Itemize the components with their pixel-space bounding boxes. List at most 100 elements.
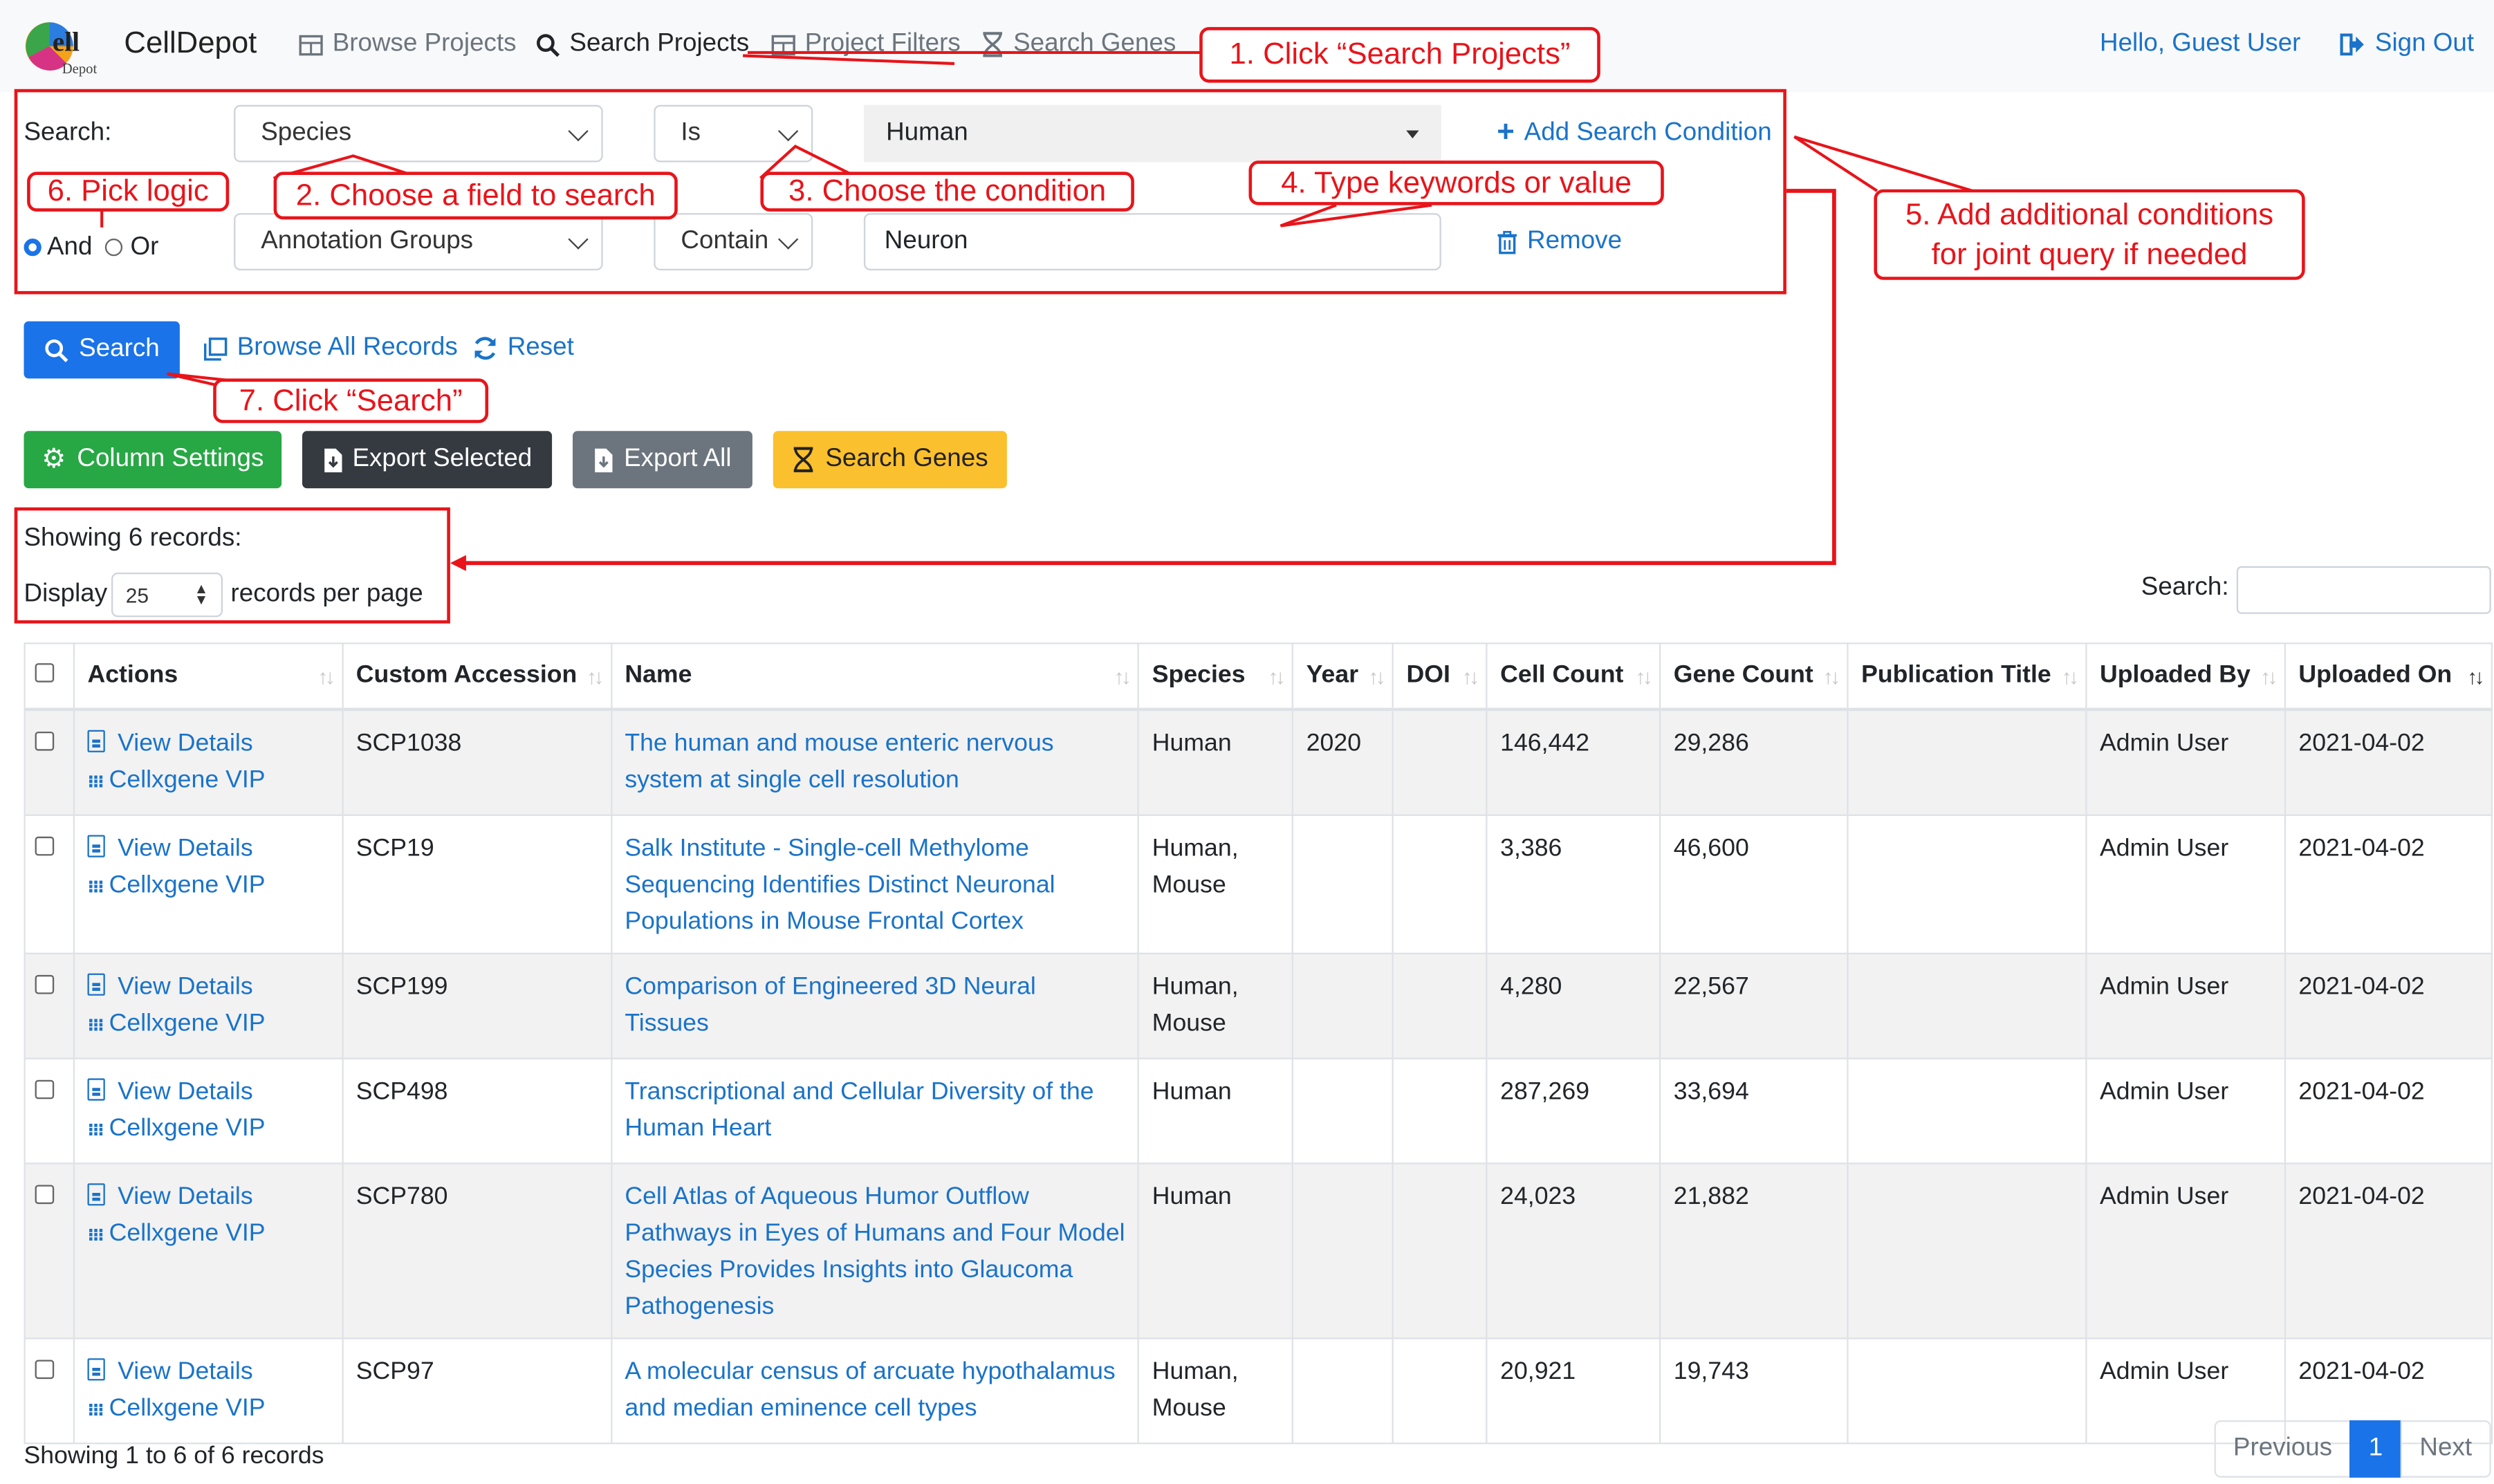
view-details-link[interactable]: View Details [87, 1178, 329, 1215]
column-header-species[interactable]: Species ↑↓ [1138, 642, 1294, 712]
view-details-link[interactable]: View Details [87, 725, 329, 762]
pagination-previous[interactable]: Previous [2214, 1420, 2352, 1478]
sign-out-link[interactable]: Sign Out [2340, 30, 2474, 59]
row-checkbox[interactable] [35, 1360, 55, 1380]
sort-icon: ↑↓ [2260, 665, 2278, 689]
pagination-page-1[interactable]: 1 [2349, 1420, 2402, 1478]
table-search-label: Search: [2141, 574, 2229, 602]
project-name-link[interactable]: The human and mouse enteric nervous syst… [610, 708, 1140, 816]
accession-cell: SCP199 [341, 952, 612, 1059]
row-checkbox[interactable] [35, 974, 55, 994]
view-details-link[interactable]: View Details [87, 831, 329, 867]
view-details-label: View Details [118, 1078, 253, 1106]
row-checkbox[interactable] [35, 836, 55, 856]
project-name-link[interactable]: Comparison of Engineered 3D Neural Tissu… [610, 952, 1140, 1059]
column-header-cell-count[interactable]: Cell Count ↑↓ [1486, 642, 1661, 712]
uploaded-by-cell: Admin User [2085, 1057, 2286, 1165]
nav-project-filters[interactable]: Project Filters [771, 30, 961, 59]
cellxgene-vip-link[interactable]: ⁝⁝⁝ Cellxgene VIP [87, 1005, 329, 1046]
annotation-step1: 1. Click “Search Projects” [1199, 27, 1600, 83]
search-icon [44, 338, 68, 362]
nav-browse-projects[interactable]: Browse Projects [299, 30, 517, 59]
sign-out-icon [2340, 33, 2364, 56]
year-cell [1292, 952, 1394, 1059]
publication-title-cell [1847, 1337, 2087, 1445]
column-header-doi[interactable]: DOI ↑↓ [1392, 642, 1488, 712]
view-details-link[interactable]: View Details [87, 1074, 329, 1111]
column-header-custom-accession[interactable]: Custom Accession ↑↓ [341, 642, 612, 712]
cellxgene-vip-link[interactable]: ⁝⁝⁝ Cellxgene VIP [87, 867, 329, 907]
search-button[interactable]: Search [24, 321, 180, 379]
column-header-publication-title[interactable]: Publication Title ↑↓ [1847, 642, 2087, 712]
cellxgene-vip-label: Cellxgene VIP [109, 1010, 266, 1037]
pagination-next[interactable]: Next [2400, 1420, 2491, 1478]
sort-icon: ↑↓ [317, 665, 335, 689]
column-header-label: Species [1152, 661, 1246, 689]
column-header-label: Name [625, 661, 692, 689]
nav-project-filters-label: Project Filters [804, 30, 961, 57]
grid-dots-icon: ⁝⁝⁝ [87, 1016, 104, 1036]
column-header-uploaded-by[interactable]: Uploaded By ↑↓ [2085, 642, 2286, 712]
reset-label: Reset [507, 334, 574, 362]
cellxgene-vip-link[interactable]: ⁝⁝⁝ Cellxgene VIP [87, 1215, 329, 1255]
column-header-label: DOI [1406, 661, 1450, 689]
year-cell [1292, 1057, 1394, 1165]
user-greeting[interactable]: Hello, Guest User [2100, 30, 2300, 59]
project-name-link[interactable]: Transcriptional and Cellular Diversity o… [610, 1057, 1140, 1165]
nav-search-genes[interactable]: Search Genes [981, 30, 1176, 59]
annotation-step5: 5. Add additional conditions for joint q… [1874, 189, 2305, 280]
species-cell: Human [1138, 1162, 1294, 1339]
publication-title-cell [1847, 708, 2087, 816]
cell-count-cell: 3,386 [1486, 814, 1661, 954]
search-genes-label: Search Genes [825, 445, 988, 473]
select-all-cell [24, 642, 75, 712]
file-icon [87, 1358, 105, 1381]
export-selected-button[interactable]: Export Selected [302, 431, 553, 489]
nav-search-projects[interactable]: Search Projects [536, 30, 749, 59]
accession-cell: SCP780 [341, 1162, 612, 1339]
gene-count-cell: 29,286 [1659, 708, 1849, 816]
cellxgene-vip-label: Cellxgene VIP [109, 1115, 266, 1142]
browse-all-records-link[interactable]: Browse All Records [203, 334, 458, 362]
grid-dots-icon: ⁝⁝⁝ [87, 1121, 104, 1141]
dna-icon [793, 447, 813, 472]
annotation-step2: 2. Choose a field to search [273, 171, 678, 220]
annotation-step3: 3. Choose the condition [760, 171, 1134, 212]
column-header-label: Custom Accession [355, 661, 578, 689]
celldepot-logo[interactable]: ell Depot [22, 15, 114, 78]
column-header-label: Actions [87, 661, 178, 689]
table-search-input[interactable] [2236, 566, 2491, 614]
reset-link[interactable]: Reset [472, 334, 574, 362]
column-header-label: Uploaded On [2298, 661, 2453, 689]
svg-text:Depot: Depot [62, 62, 98, 77]
row-checkbox[interactable] [35, 732, 55, 751]
cell-count-cell: 146,442 [1486, 708, 1661, 816]
table-header-row: Actions ↑↓ Custom Accession ↑↓ Name ↑↓ Spec… [24, 642, 2493, 712]
column-header-name[interactable]: Name ↑↓ [610, 642, 1140, 712]
species-cell: Human, Mouse [1138, 1337, 1294, 1445]
row-checkbox[interactable] [35, 1079, 55, 1100]
select-all-checkbox[interactable] [35, 663, 55, 683]
view-details-link[interactable]: View Details [87, 1353, 329, 1390]
project-name-link[interactable]: Cell Atlas of Aqueous Humor Outflow Path… [610, 1162, 1140, 1339]
cellxgene-vip-link[interactable]: ⁝⁝⁝ Cellxgene VIP [87, 1110, 329, 1150]
column-header-year[interactable]: Year ↑↓ [1292, 642, 1394, 712]
row-checkbox[interactable] [35, 1185, 55, 1205]
column-header-uploaded-on[interactable]: Uploaded On ↑↓ [2284, 642, 2493, 712]
row-select-cell [24, 708, 75, 816]
column-header-label: Year [1306, 661, 1359, 689]
uploaded-on-cell: 2021-04-02 [2284, 952, 2493, 1059]
search-genes-button[interactable]: Search Genes [773, 431, 1007, 489]
cell-count-cell: 4,280 [1486, 952, 1661, 1059]
column-header-actions[interactable]: Actions ↑↓ [73, 642, 344, 712]
project-name-link[interactable]: Salk Institute - Single-cell Methylome S… [610, 814, 1140, 954]
column-header-label: Cell Count [1500, 661, 1624, 689]
column-settings-button[interactable]: ⚙ Column Settings [24, 431, 282, 489]
export-all-button[interactable]: Export All [573, 431, 752, 489]
view-details-link[interactable]: View Details [87, 969, 329, 1005]
cellxgene-vip-link[interactable]: ⁝⁝⁝ Cellxgene VIP [87, 762, 329, 802]
column-header-gene-count[interactable]: Gene Count ↑↓ [1659, 642, 1849, 712]
brand-name[interactable]: CellDepot [124, 27, 257, 62]
project-name-link[interactable]: A molecular census of arcuate hypothalam… [610, 1337, 1140, 1445]
cellxgene-vip-link[interactable]: ⁝⁝⁝ Cellxgene VIP [87, 1390, 329, 1430]
